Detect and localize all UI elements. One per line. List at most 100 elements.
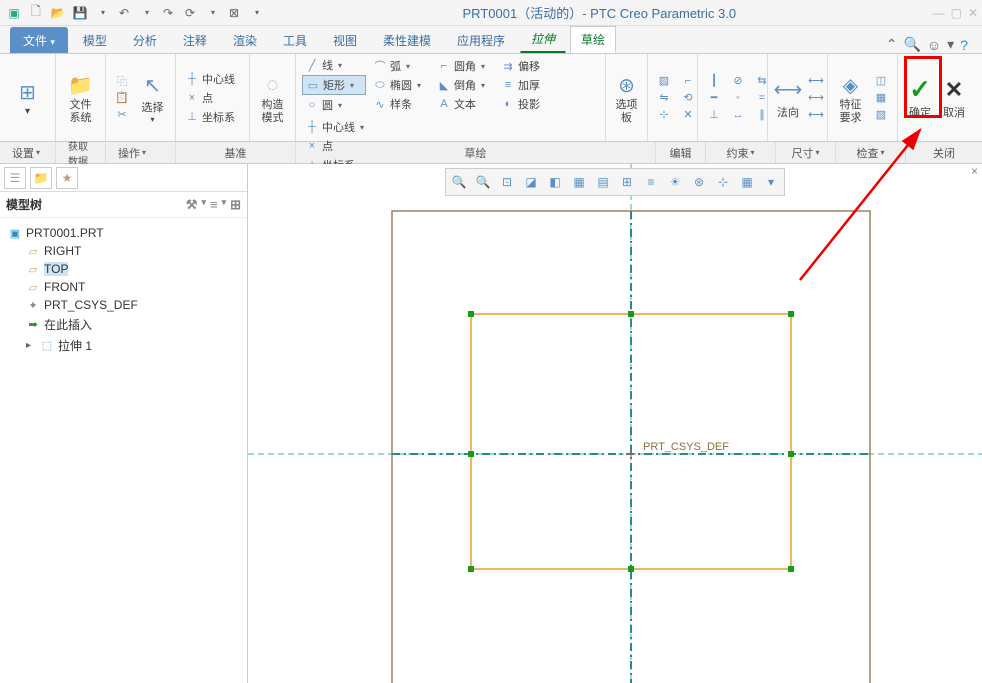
maximize-icon[interactable]: ▢ [951, 6, 962, 20]
tab-file[interactable]: 文件 ▾ [10, 27, 68, 53]
cancel-button[interactable]: ✕ 取消 [940, 66, 968, 130]
chamfer-button[interactable]: ◣倒角 [434, 76, 494, 94]
qat-dropdown[interactable] [246, 3, 266, 23]
ok-button[interactable]: ✓ 确定 [904, 66, 936, 130]
view-orient-icon[interactable]: ▦ [568, 171, 590, 193]
tree-front[interactable]: ▱ FRONT [4, 278, 243, 296]
tab-flex[interactable]: 柔性建模 [372, 27, 442, 53]
zoom-out-icon[interactable]: 🔍 [472, 171, 494, 193]
regen-icon[interactable]: ⟳ [180, 3, 200, 23]
footer-inspect[interactable]: 检查 [836, 142, 906, 163]
corner-button[interactable]: ⌐ [678, 73, 698, 89]
point-button[interactable]: ×点 [182, 89, 238, 107]
paste-button[interactable]: 📋 [112, 90, 132, 106]
regen-dropdown[interactable] [202, 3, 222, 23]
dim3[interactable]: ⟷ [806, 107, 826, 123]
construct-mode-button[interactable]: ◌ 构造 模式 [256, 66, 289, 130]
tree-tool2-icon[interactable]: ≡ [210, 197, 218, 213]
tab-apps[interactable]: 应用程序 [446, 27, 516, 53]
footer-edit[interactable]: 编辑 [656, 142, 706, 163]
footer-getdata[interactable]: 获取数据 [56, 142, 106, 163]
zoom-fit-icon[interactable]: ⊡ [496, 171, 518, 193]
footer-constrain[interactable]: 约束 [706, 142, 776, 163]
tangent-constr[interactable]: ⊘ [728, 73, 748, 89]
tree-right[interactable]: ▱ RIGHT [4, 242, 243, 260]
ribbon-up-icon[interactable]: ⌃ [886, 36, 898, 53]
tab-tools[interactable]: 工具 [272, 27, 318, 53]
vert-constr[interactable]: ┃ [704, 73, 724, 89]
help-dropdown[interactable]: ▾ [947, 36, 954, 53]
repaint-icon[interactable]: ◪ [520, 171, 542, 193]
copy-button[interactable]: ⿻ [112, 73, 132, 89]
select-button[interactable]: ↖ 选择 ▾ [136, 66, 169, 130]
inspect1[interactable]: ◫ [871, 73, 891, 89]
arc-button[interactable]: ⌒弧 [370, 57, 430, 75]
cut-button[interactable]: ✂ [112, 107, 132, 123]
grid-button[interactable]: ⊞ ▾ [6, 66, 49, 130]
help-icon[interactable]: ? [960, 37, 968, 53]
tree-tool2-drop[interactable]: ▾ [222, 197, 227, 213]
tab-model[interactable]: 模型 [72, 27, 118, 53]
footer-sketch[interactable]: 草绘 [296, 142, 656, 163]
rect-button[interactable]: ▭矩形 [302, 75, 366, 95]
footer-settings[interactable]: 设置 [0, 142, 56, 163]
tree-tab-icon[interactable]: ☰ [4, 167, 26, 189]
tab-sketch[interactable]: 草绘 [570, 26, 616, 53]
csys-button[interactable]: ⊥坐标系 [182, 108, 238, 126]
save-dropdown[interactable] [92, 3, 112, 23]
saved-view-icon[interactable]: ▤ [592, 171, 614, 193]
smiley-icon[interactable]: ☺ [927, 37, 941, 53]
tab-render[interactable]: 渲染 [222, 27, 268, 53]
tab-analysis[interactable]: 分析 [122, 27, 168, 53]
grid-disp-icon[interactable]: ▦ [736, 171, 758, 193]
footer-operate[interactable]: 操作 [106, 142, 176, 163]
tree-insert-here[interactable]: ➡ 在此插入 [4, 314, 243, 335]
tree-tool3-icon[interactable]: ⊞ [230, 197, 241, 213]
style-icon[interactable]: ⊞ [616, 171, 638, 193]
annot-icon[interactable]: ⊛ [688, 171, 710, 193]
normal-dim-button[interactable]: ⟷ 法向 [774, 66, 802, 130]
trim-button[interactable]: ▨ [654, 73, 674, 89]
undo-icon[interactable]: ↶ [114, 3, 134, 23]
file-system-button[interactable]: 📁 文件 系统 [62, 66, 99, 130]
tab-extrude[interactable]: 拉伸 [520, 25, 566, 53]
ellipse-button[interactable]: ⬭椭圆 [370, 76, 430, 94]
layers-icon[interactable]: ≡ [640, 171, 662, 193]
mirror-button[interactable]: ⇋ [654, 90, 674, 106]
footer-datum[interactable]: 基准 [176, 142, 296, 163]
snap-icon[interactable]: ⊹ [712, 171, 734, 193]
project-button[interactable]: ◐投影 [498, 95, 558, 113]
coinc-constr[interactable]: ↔ [728, 107, 748, 123]
divide-button[interactable]: ⊹ [654, 107, 674, 123]
dim1[interactable]: ⟷ [806, 73, 826, 89]
circle-button[interactable]: ○圆 [302, 96, 366, 114]
dim2[interactable]: ⟷ [806, 90, 826, 106]
perp-constr[interactable]: ⊥ [704, 107, 724, 123]
palette-button[interactable]: ⊛ 选项 板 [612, 66, 641, 130]
open-icon[interactable]: 📂 [48, 3, 68, 23]
tab-view[interactable]: 视图 [322, 27, 368, 53]
save-icon[interactable]: 💾 [70, 3, 90, 23]
tree-csys[interactable]: ✦ PRT_CSYS_DEF [4, 296, 243, 314]
offset-button[interactable]: ⇉偏移 [498, 57, 558, 75]
rotate-button[interactable]: ⟲ [678, 90, 698, 106]
shade-icon[interactable]: ◧ [544, 171, 566, 193]
new-icon[interactable]: 🗋 [26, 3, 46, 23]
search-icon[interactable]: 🔍 [903, 36, 920, 53]
tree-tool1-drop[interactable]: ▾ [201, 197, 206, 213]
graphics-canvas[interactable]: × 🔍 🔍 ⊡ ◪ ◧ ▦ ▤ ⊞ ≡ ☀ ⊛ ⊹ ▦ ▾ [248, 164, 982, 683]
mid-constr[interactable]: ◦ [728, 90, 748, 106]
zoom-in-icon[interactable]: 🔍 [448, 171, 470, 193]
tree-tool1-icon[interactable]: ⚒ [186, 197, 198, 213]
minimize-icon[interactable]: — [933, 6, 945, 20]
fav-tab-icon[interactable]: ★ [56, 167, 78, 189]
tree-top[interactable]: ▱ TOP [4, 260, 243, 278]
close-doc-icon[interactable]: ⊠ [224, 3, 244, 23]
fillet-button[interactable]: ⌐圆角 [434, 57, 494, 75]
inspect2[interactable]: ▦ [871, 90, 891, 106]
inspect3[interactable]: ▧ [871, 107, 891, 123]
tab-annotate[interactable]: 注释 [172, 27, 218, 53]
text-button[interactable]: A文本 [434, 95, 494, 113]
footer-close[interactable]: 关闭 [906, 142, 982, 163]
thicken-button[interactable]: ≡加厚 [498, 76, 558, 94]
